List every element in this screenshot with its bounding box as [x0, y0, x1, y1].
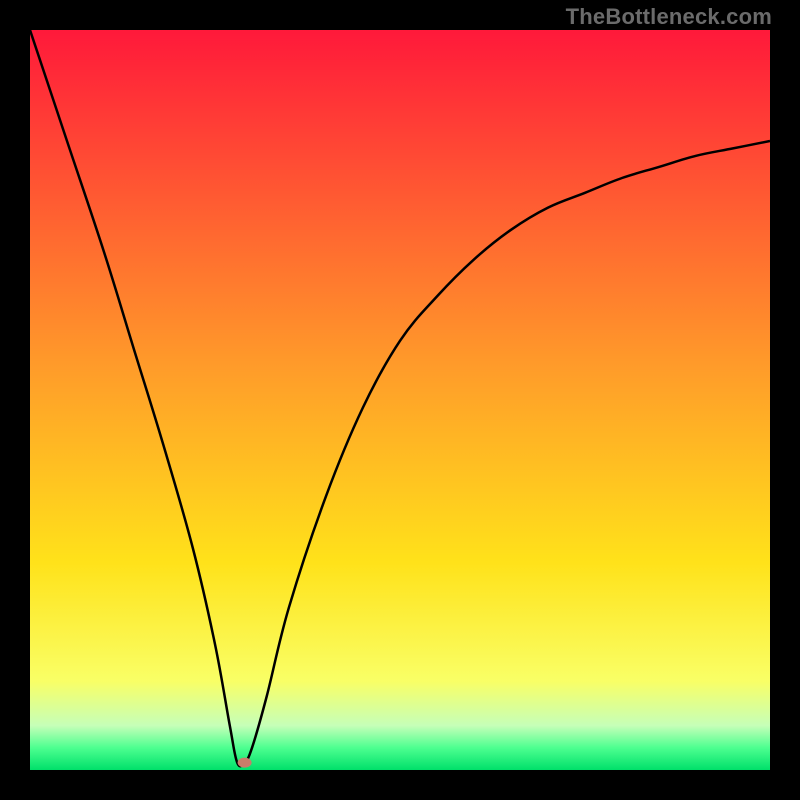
plot-area — [30, 30, 770, 770]
bottleneck-curve — [30, 30, 770, 770]
optimum-marker-icon — [238, 758, 252, 768]
watermark-text: TheBottleneck.com — [566, 4, 772, 30]
chart-frame: TheBottleneck.com — [0, 0, 800, 800]
